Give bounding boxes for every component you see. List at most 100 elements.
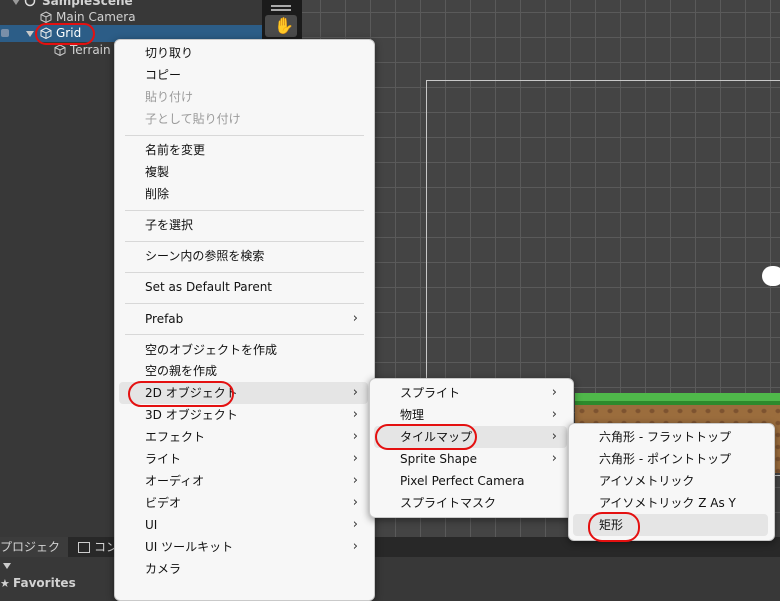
- menu-item-context_menu-3: 子として貼り付け: [119, 108, 368, 130]
- menu-item-label: コピー: [145, 68, 182, 82]
- expand-arrow-icon[interactable]: [26, 31, 34, 37]
- chevron-right-icon: ›: [551, 451, 557, 466]
- menu-separator: [125, 135, 364, 136]
- chevron-right-icon: ›: [551, 385, 557, 400]
- menu-separator: [125, 334, 364, 335]
- menu-item-submenu_2d-5[interactable]: スプライトマスク: [374, 492, 567, 514]
- menu-item-submenu_tilemap-3[interactable]: アイソメトリック Z As Y: [573, 492, 768, 514]
- chevron-right-icon: ›: [352, 385, 358, 400]
- menu-item-context_menu-15[interactable]: エフェクト ›: [119, 426, 368, 448]
- menu-item-context_menu-18[interactable]: ビデオ ›: [119, 492, 368, 514]
- chevron-right-icon: ›: [352, 311, 358, 326]
- chevron-right-icon: ›: [352, 451, 358, 466]
- menu-item-label: 貼り付け: [145, 90, 194, 104]
- menu-item-context_menu-17[interactable]: オーディオ ›: [119, 470, 368, 492]
- menu-item-submenu_2d-0[interactable]: スプライト ›: [374, 382, 567, 404]
- visibility-icon[interactable]: [1, 29, 9, 37]
- menu-item-label: UI ツールキット: [145, 540, 234, 554]
- menu-item-label: 空の親を作成: [145, 364, 218, 378]
- menu-item-label: 物理: [400, 408, 425, 422]
- tab-project[interactable]: プロジェクト: [0, 537, 68, 574]
- menu-item-label: アイソメトリック: [599, 474, 695, 488]
- annotation-circle: [128, 381, 234, 407]
- toolbar-grip-icon: [271, 9, 291, 11]
- menu-item-context_menu-6[interactable]: 削除: [119, 183, 368, 205]
- chevron-right-icon: ›: [551, 429, 557, 444]
- cloud-sprite: [762, 266, 780, 286]
- annotation-circle: [375, 424, 477, 450]
- menu-item-submenu_2d-3[interactable]: Sprite Shape ›: [374, 448, 567, 470]
- menu-item-label: シーン内の参照を検索: [145, 249, 265, 263]
- menu-item-context_menu-19[interactable]: UI ›: [119, 514, 368, 536]
- menu-separator: [125, 303, 364, 304]
- menu-item-label: 子として貼り付け: [145, 112, 241, 126]
- menu-item-context_menu-7[interactable]: 子を選択: [119, 214, 368, 236]
- menu-item-label: オーディオ: [145, 474, 205, 488]
- menu-item-label: 削除: [145, 187, 170, 201]
- chevron-right-icon: ›: [352, 539, 358, 554]
- menu-item-context_menu-12[interactable]: 空の親を作成: [119, 360, 368, 382]
- menu-item-context_menu-10[interactable]: Prefab ›: [119, 308, 368, 330]
- menu-item-context_menu-21[interactable]: カメラ: [119, 558, 368, 580]
- chevron-right-icon: ›: [352, 517, 358, 532]
- console-icon: [78, 542, 90, 553]
- menu-item-label: 六角形 - フラットトップ: [599, 430, 731, 444]
- context-menu: 切り取りコピー貼り付け子として貼り付け 名前を変更複製削除子を選択シーン内の参照を…: [114, 39, 375, 601]
- menu-item-label: Prefab: [145, 312, 184, 326]
- menu-item-context_menu-9[interactable]: Set as Default Parent: [119, 276, 368, 298]
- menu-item-label: Sprite Shape: [400, 452, 477, 466]
- expand-arrow-icon[interactable]: [12, 0, 20, 5]
- menu-separator: [125, 210, 364, 211]
- menu-item-label: エフェクト: [145, 430, 206, 444]
- menu-item-submenu_tilemap-1[interactable]: 六角形 - ポイントトップ: [573, 448, 768, 470]
- menu-item-label: スプライトマスク: [400, 496, 497, 510]
- chevron-right-icon: ›: [352, 495, 358, 510]
- menu-item-label: 3D オブジェクト: [145, 408, 238, 422]
- menu-item-label: アイソメトリック Z As Y: [599, 496, 736, 510]
- chevron-right-icon: ›: [352, 473, 358, 488]
- menu-item-context_menu-8[interactable]: シーン内の参照を検索: [119, 245, 368, 267]
- menu-item-submenu_2d-4[interactable]: Pixel Perfect Camera: [374, 470, 567, 492]
- gameobject-icon: [54, 44, 66, 57]
- menu-item-context_menu-1[interactable]: コピー: [119, 64, 368, 86]
- menu-separator: [125, 241, 364, 242]
- menu-separator: [125, 272, 364, 273]
- menu-item-label: UI: [145, 518, 158, 532]
- menu-item-submenu_tilemap-2[interactable]: アイソメトリック: [573, 470, 768, 492]
- gameobject-icon: [40, 11, 52, 24]
- menu-item-label: ビデオ: [145, 496, 182, 510]
- menu-item-label: カメラ: [145, 562, 182, 576]
- chevron-right-icon: ›: [352, 429, 358, 444]
- chevron-right-icon: ›: [352, 407, 358, 422]
- menu-item-label: スプライト: [400, 386, 461, 400]
- annotation-circle: [35, 23, 95, 45]
- favorites-label[interactable]: Favorites: [13, 576, 76, 590]
- chevron-right-icon: ›: [551, 407, 557, 422]
- menu-item-context_menu-11[interactable]: 空のオブジェクトを作成: [119, 339, 368, 361]
- menu-item-label: 空のオブジェクトを作成: [145, 343, 278, 357]
- unity-scene-icon: [24, 0, 36, 7]
- star-icon: ★: [0, 577, 10, 590]
- menu-item-context_menu-20[interactable]: UI ツールキット ›: [119, 536, 368, 558]
- annotation-circle: [588, 512, 640, 542]
- menu-item-context_menu-4[interactable]: 名前を変更: [119, 139, 368, 161]
- menu-item-context_menu-0[interactable]: 切り取り: [119, 42, 368, 64]
- menu-item-context_menu-16[interactable]: ライト ›: [119, 448, 368, 470]
- menu-item-context_menu-2: 貼り付け: [119, 86, 368, 108]
- hierarchy-item-main-camera[interactable]: Main Camera: [0, 9, 262, 26]
- menu-item-label: 六角形 - ポイントトップ: [599, 452, 731, 466]
- hand-tool-button[interactable]: ✋: [265, 15, 297, 37]
- menu-item-context_menu-5[interactable]: 複製: [119, 161, 368, 183]
- menu-item-label: ライト: [145, 452, 182, 466]
- menu-item-label: Set as Default Parent: [145, 280, 273, 294]
- menu-item-submenu_2d-1[interactable]: 物理 ›: [374, 404, 567, 426]
- dropdown-arrow-icon[interactable]: [3, 563, 11, 569]
- hand-icon: ✋: [274, 16, 294, 35]
- menu-item-label: 名前を変更: [145, 143, 206, 157]
- menu-item-label: 子を選択: [145, 218, 194, 232]
- menu-item-submenu_tilemap-0[interactable]: 六角形 - フラットトップ: [573, 426, 768, 448]
- menu-item-label: Pixel Perfect Camera: [400, 474, 525, 488]
- menu-item-context_menu-14[interactable]: 3D オブジェクト ›: [119, 404, 368, 426]
- menu-item-label: 切り取り: [145, 46, 194, 60]
- menu-item-label: 複製: [145, 165, 170, 179]
